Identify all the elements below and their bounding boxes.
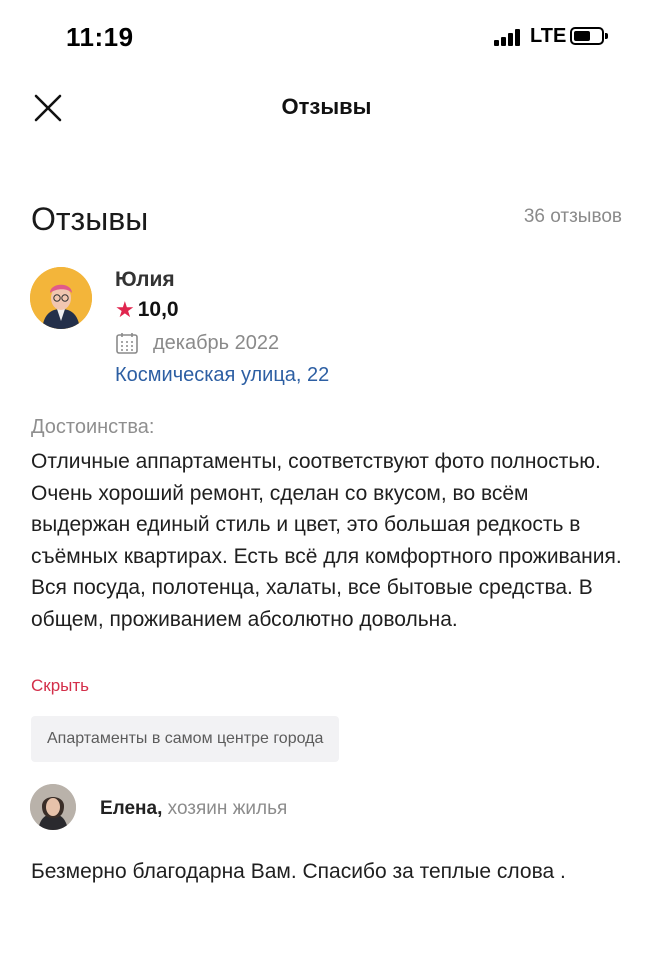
calendar-icon	[116, 333, 138, 354]
rating: ★ 10,0	[115, 298, 179, 322]
owner-name: Елена,	[100, 798, 163, 819]
star-icon: ★	[115, 297, 135, 322]
nav-title: Отзывы	[281, 94, 372, 119]
section-title: Отзывы	[31, 201, 149, 237]
reviews-count: 36 отзывов	[523, 206, 622, 227]
battery-icon	[570, 27, 608, 45]
avatar	[30, 267, 92, 329]
hide-link[interactable]: Скрыть	[31, 676, 89, 696]
owner-line: Елена, хозяин жилья	[100, 798, 287, 820]
review-tag: Апартаменты в самом центре города	[31, 716, 340, 762]
review-date-text: декабрь 2022	[153, 331, 280, 354]
status-time: 11:19	[66, 22, 134, 52]
reviewer-name: Юлия	[115, 268, 175, 291]
owner-role: хозяин жилья	[167, 798, 288, 819]
rating-value: 10,0	[137, 298, 179, 321]
signal-icon	[494, 28, 522, 46]
status-bar: 11:19 LTE	[0, 0, 653, 72]
address-link[interactable]: Космическая улица, 22	[115, 364, 329, 387]
nav-bar: Отзывы	[0, 72, 653, 142]
review-text: Отличные аппартаменты, соответствуют фот…	[31, 450, 622, 631]
pros-label: Достоинства:	[31, 416, 155, 438]
owner-reply-text: Безмерно благодарна Вам. Спасибо за тепл…	[31, 860, 566, 883]
owner-avatar	[30, 784, 76, 830]
network-label: LTE	[530, 25, 567, 47]
review-date: декабрь 2022	[115, 331, 279, 355]
